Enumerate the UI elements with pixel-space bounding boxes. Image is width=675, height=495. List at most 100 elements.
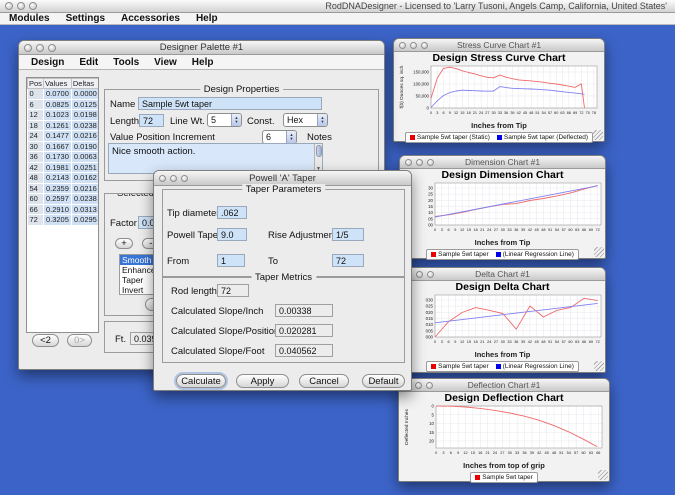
legend-swatch-icon bbox=[475, 475, 480, 480]
slope-position-field[interactable]: 0.020281 bbox=[275, 324, 333, 337]
svg-text:000: 000 bbox=[425, 335, 433, 340]
name-field[interactable]: Sample 5wt taper bbox=[138, 97, 322, 110]
table-row[interactable]: 660.29100.0313 bbox=[28, 204, 100, 215]
back-button[interactable]: <2 bbox=[32, 334, 59, 347]
delta-chart-plot: 0300250200150100050000369121518212427303… bbox=[401, 293, 605, 351]
svg-text:015: 015 bbox=[425, 316, 433, 321]
legend-swatch-icon bbox=[410, 135, 415, 140]
cell-delta: 0.0063 bbox=[71, 152, 99, 163]
table-row[interactable]: 240.14770.0216 bbox=[28, 131, 100, 142]
line-wt-stepper[interactable]: 5 ▲▼ bbox=[207, 113, 242, 127]
svg-text:18: 18 bbox=[466, 111, 470, 115]
svg-text:30: 30 bbox=[492, 111, 496, 115]
cell-pos: 18 bbox=[28, 120, 44, 131]
chart-legend: Sample 5wt taper(Linear Regression Line) bbox=[400, 361, 605, 372]
powell-taper-field[interactable]: 9.0 bbox=[217, 228, 247, 241]
tip-diameter-field[interactable]: .062 bbox=[217, 206, 247, 219]
table-row[interactable]: 00.07000.0000 bbox=[28, 89, 100, 100]
svg-text:6: 6 bbox=[447, 228, 449, 232]
col-header-values[interactable]: Values bbox=[43, 79, 71, 89]
increment-button[interactable]: + bbox=[115, 238, 133, 249]
table-row[interactable]: 300.16670.0190 bbox=[28, 141, 100, 152]
svg-text:30: 30 bbox=[500, 340, 504, 344]
menu-item-settings[interactable]: Settings bbox=[66, 13, 105, 24]
svg-text:69: 69 bbox=[573, 111, 577, 115]
svg-text:20: 20 bbox=[428, 198, 433, 203]
length-field[interactable]: 72 bbox=[139, 114, 164, 127]
svg-text:50,000: 50,000 bbox=[416, 94, 430, 99]
forward-button[interactable]: 0> bbox=[67, 334, 92, 347]
svg-text:42: 42 bbox=[527, 228, 531, 232]
app-title: RodDNADesigner - Licensed to 'Larry Tuso… bbox=[325, 1, 675, 11]
cell-delta: 0.0216 bbox=[71, 131, 99, 142]
table-row[interactable]: 480.21430.0162 bbox=[28, 173, 100, 184]
svg-text:005: 005 bbox=[425, 328, 433, 333]
chart-titlebar[interactable]: Stress Curve Chart #1 bbox=[394, 39, 604, 52]
stepper-arrows-icon[interactable]: ▲▼ bbox=[231, 114, 241, 126]
svg-text:39: 39 bbox=[520, 340, 524, 344]
from-field[interactable]: 1 bbox=[217, 254, 245, 267]
stepper-arrows-icon[interactable]: ▲▼ bbox=[317, 114, 327, 126]
chart-titlebar[interactable]: Dimension Chart #1 bbox=[400, 156, 605, 169]
chart-titlebar[interactable]: Deflection Chart #1 bbox=[399, 379, 609, 392]
resize-grip[interactable] bbox=[594, 247, 604, 257]
col-header-pos[interactable]: Pos bbox=[28, 79, 44, 89]
minimize-button-icon[interactable] bbox=[17, 2, 25, 10]
table-row[interactable]: 360.17300.0063 bbox=[28, 152, 100, 163]
table-row[interactable]: 60.08250.0125 bbox=[28, 99, 100, 110]
svg-text:72: 72 bbox=[595, 228, 599, 232]
resize-grip[interactable] bbox=[594, 361, 604, 371]
slope-inch-field[interactable]: 0.00338 bbox=[275, 304, 333, 317]
resize-grip[interactable] bbox=[598, 470, 608, 480]
default-button[interactable]: Default bbox=[362, 374, 405, 388]
col-header-deltas[interactable]: Deltas bbox=[71, 79, 99, 89]
palette-titlebar[interactable]: Designer Palette #1 bbox=[19, 41, 384, 55]
svg-text:45: 45 bbox=[534, 340, 538, 344]
table-row[interactable]: 120.10230.0198 bbox=[28, 110, 100, 121]
const-stepper[interactable]: Hex ▲▼ bbox=[283, 113, 328, 127]
menu-item-accessories[interactable]: Accessories bbox=[121, 13, 180, 24]
stepper-arrows-icon[interactable]: ▲▼ bbox=[286, 131, 296, 143]
resize-grip[interactable] bbox=[593, 130, 603, 140]
chart-title: Design Deflection Chart bbox=[399, 392, 609, 404]
menu-item-help[interactable]: Help bbox=[192, 57, 214, 68]
table-row[interactable]: 720.32050.0295 bbox=[28, 215, 100, 226]
notes-scrollbar[interactable]: ▼ bbox=[314, 144, 322, 173]
cancel-button[interactable]: Cancel bbox=[299, 374, 349, 388]
svg-text:10: 10 bbox=[429, 421, 434, 426]
rod-length-field[interactable]: 72 bbox=[217, 284, 249, 297]
line-wt-label: Line Wt. bbox=[170, 116, 205, 127]
svg-text:9: 9 bbox=[449, 111, 451, 115]
slope-position-label: Calculated Slope/Position bbox=[171, 326, 279, 337]
slope-foot-field[interactable]: 0.040562 bbox=[275, 344, 333, 357]
table-row[interactable]: 600.25970.0238 bbox=[28, 194, 100, 205]
cell-pos: 54 bbox=[28, 183, 44, 194]
stress-chart-plot: 150,000100,00050,00000369121518212427303… bbox=[397, 64, 601, 122]
table-row[interactable]: 180.12610.0238 bbox=[28, 120, 100, 131]
svg-text:51: 51 bbox=[559, 451, 563, 455]
apply-button[interactable]: Apply bbox=[236, 374, 289, 388]
menu-item-help[interactable]: Help bbox=[196, 13, 218, 24]
const-label: Const. bbox=[247, 116, 274, 127]
svg-text:0: 0 bbox=[435, 451, 437, 455]
legend-item: Sample 5wt taper bbox=[475, 474, 533, 481]
table-row[interactable]: 420.19810.0251 bbox=[28, 162, 100, 173]
svg-text:63: 63 bbox=[575, 228, 579, 232]
menu-item-modules[interactable]: Modules bbox=[9, 13, 50, 24]
rise-adjustment-field[interactable]: 1/5 bbox=[332, 228, 364, 241]
vpi-stepper[interactable]: 6 ▲▼ bbox=[262, 130, 297, 144]
chart-titlebar[interactable]: Delta Chart #1 bbox=[400, 268, 605, 281]
svg-text:21: 21 bbox=[480, 228, 484, 232]
svg-text:9: 9 bbox=[454, 228, 456, 232]
svg-text:45: 45 bbox=[545, 451, 549, 455]
close-button-icon[interactable] bbox=[5, 2, 13, 10]
menu-item-design[interactable]: Design bbox=[31, 57, 64, 68]
menu-item-tools[interactable]: Tools bbox=[113, 57, 139, 68]
menu-item-edit[interactable]: Edit bbox=[79, 57, 98, 68]
table-row[interactable]: 540.23590.0216 bbox=[28, 183, 100, 194]
menu-item-view[interactable]: View bbox=[154, 57, 177, 68]
values-table[interactable]: Pos Values Deltas 00.07000.000060.08250.… bbox=[26, 77, 99, 333]
zoom-button-icon[interactable] bbox=[29, 2, 37, 10]
to-field[interactable]: 72 bbox=[332, 254, 364, 267]
calculate-button[interactable]: Calculate bbox=[176, 374, 226, 388]
